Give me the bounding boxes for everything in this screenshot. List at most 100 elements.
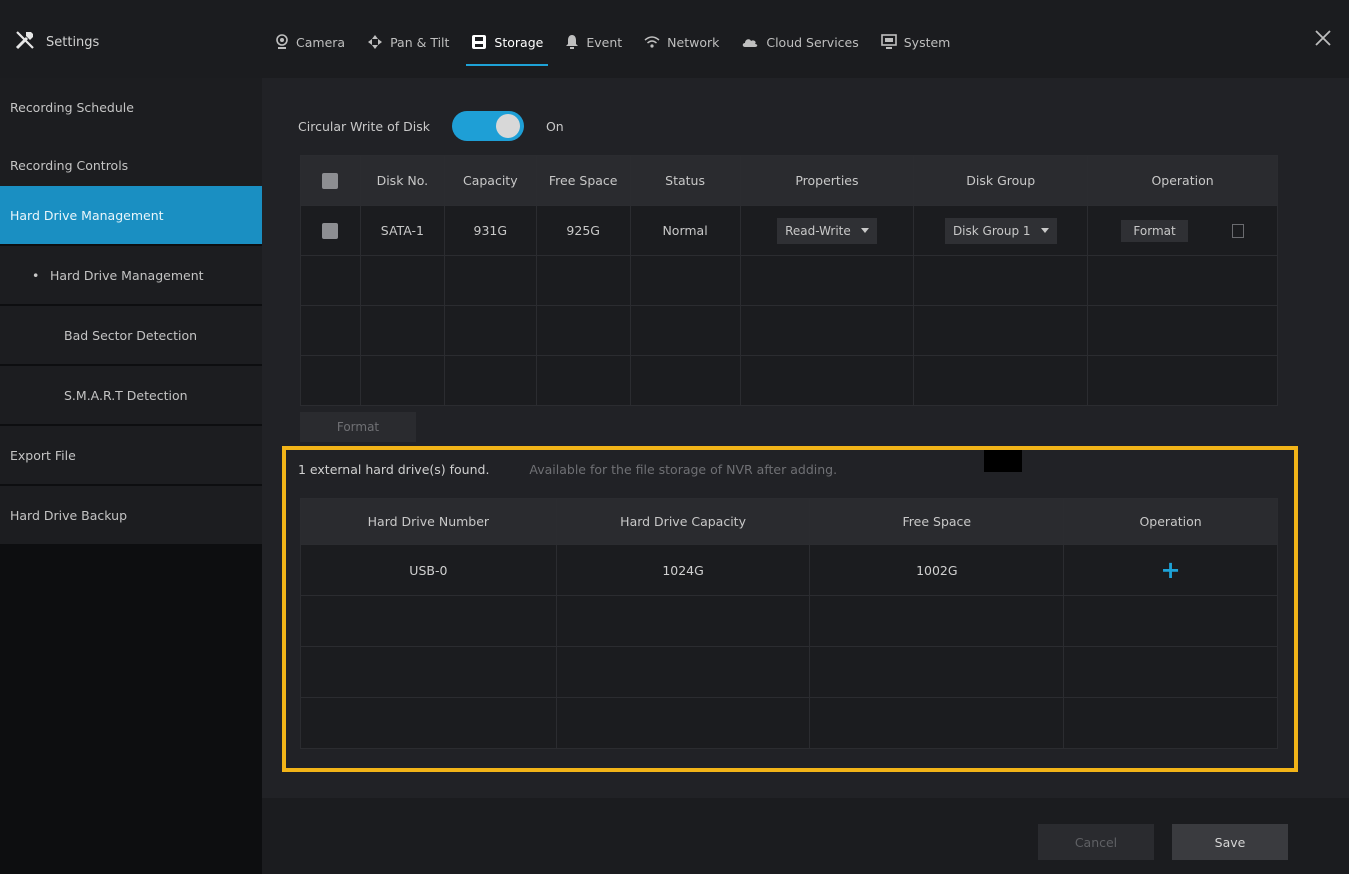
chevron-down-icon <box>860 228 869 233</box>
tab-system[interactable]: System <box>870 18 962 66</box>
add-drive-button[interactable]: + <box>1161 556 1181 584</box>
storage-icon <box>471 34 487 50</box>
table-row: SATA-1 931G 925G Normal Read-Write Disk … <box>300 205 1278 256</box>
disk-status: Normal <box>629 205 741 256</box>
disk-number: SATA-1 <box>359 205 445 256</box>
col-header: Hard Drive Number <box>300 498 557 545</box>
sidebar-item-label: Recording Schedule <box>10 99 134 115</box>
disk-table: Disk No. Capacity Free Space Status Prop… <box>300 155 1278 406</box>
disk-group-value: Disk Group 1 <box>952 223 1031 238</box>
tab-event[interactable]: Event <box>554 18 633 66</box>
trash-icon[interactable] <box>1231 224 1244 238</box>
disk-capacity: 931G <box>443 205 537 256</box>
sidebar-subitem-smart-detection[interactable]: S.M.A.R.T Detection <box>0 366 262 424</box>
external-drive-info: 1 external hard drive(s) found. Availabl… <box>298 462 837 477</box>
chevron-down-icon <box>1040 228 1049 233</box>
camera-icon <box>275 34 289 50</box>
circular-write-row: Circular Write of Disk On <box>298 108 564 144</box>
bell-icon <box>565 34 579 50</box>
properties-select[interactable]: Read-Write <box>777 217 877 244</box>
sidebar-item-label: Hard Drive Backup <box>10 507 128 523</box>
sidebar-item-hard-drive-backup[interactable]: Hard Drive Backup <box>0 486 262 544</box>
select-all-cell <box>300 155 361 206</box>
external-table-header: Hard Drive Number Hard Drive Capacity Fr… <box>300 498 1278 545</box>
sidebar-item-export-file[interactable]: Export File <box>0 426 262 484</box>
col-header: Capacity <box>443 155 537 206</box>
close-button[interactable] <box>1311 26 1335 50</box>
external-drive-count: 1 external hard drive(s) found. <box>298 462 490 477</box>
col-header: Free Space <box>535 155 631 206</box>
tab-label: Event <box>586 34 623 50</box>
settings-tools-icon <box>14 29 36 55</box>
external-drive-number: USB-0 <box>300 544 557 596</box>
sidebar-item-hard-drive-management[interactable]: Hard Drive Management <box>0 186 262 244</box>
sidebar-item-label: Hard Drive Management <box>10 207 164 223</box>
settings-brand: Settings <box>14 22 99 62</box>
tab-label: System <box>903 34 951 50</box>
tab-label: Storage <box>494 34 544 50</box>
table-row <box>300 305 1278 356</box>
tab-camera[interactable]: Camera <box>264 18 356 66</box>
disk-group-cell: Disk Group 1 <box>913 205 1089 256</box>
circular-write-label: Circular Write of Disk <box>298 118 430 134</box>
tab-label: Camera <box>296 34 346 50</box>
tab-label: Pan & Tilt <box>390 34 450 50</box>
operation-cell: Format <box>1087 205 1278 256</box>
sidebar-item-label: Export File <box>10 447 76 463</box>
add-drive-cell: + <box>1063 544 1278 596</box>
row-select-cell <box>300 205 361 256</box>
properties-value: Read-Write <box>785 223 851 238</box>
toggle-knob <box>495 114 520 138</box>
redacted-box <box>984 450 1022 472</box>
disk-free-space: 925G <box>535 205 631 256</box>
disk-group-select[interactable]: Disk Group 1 <box>944 217 1057 244</box>
sidebar-item-recording-schedule[interactable]: Recording Schedule <box>0 78 262 136</box>
tab-pan-tilt[interactable]: Pan & Tilt <box>356 18 460 66</box>
table-row: USB-0 1024G 1002G + <box>300 544 1278 596</box>
external-drive-table: Hard Drive Number Hard Drive Capacity Fr… <box>300 498 1278 749</box>
table-row <box>300 595 1278 647</box>
sidebar-subitem-hard-drive-management[interactable]: • Hard Drive Management <box>0 246 262 304</box>
properties-cell: Read-Write <box>739 205 915 256</box>
tab-cloud-services[interactable]: Cloud Services <box>730 18 869 66</box>
external-drive-free-space: 1002G <box>809 544 1065 596</box>
col-header: Properties <box>739 155 915 206</box>
col-header: Status <box>629 155 741 206</box>
top-navigation-bar: Settings Camera Pan & Tilt Storage Event… <box>0 0 1349 78</box>
row-checkbox[interactable] <box>322 222 339 239</box>
sidebar-item-label: Recording Controls <box>10 157 129 173</box>
cancel-button[interactable]: Cancel <box>1038 824 1154 860</box>
save-button[interactable]: Save <box>1172 824 1288 860</box>
close-icon <box>1311 30 1335 54</box>
col-header: Disk Group <box>913 155 1089 206</box>
table-row <box>300 355 1278 406</box>
circular-write-state: On <box>545 118 564 134</box>
table-row <box>300 697 1278 749</box>
disk-table-header: Disk No. Capacity Free Space Status Prop… <box>300 155 1278 206</box>
tab-network[interactable]: Network <box>633 18 730 66</box>
table-row <box>300 646 1278 698</box>
tab-storage[interactable]: Storage <box>460 18 554 66</box>
table-row <box>300 255 1278 306</box>
sidebar-subitem-bad-sector-detection[interactable]: Bad Sector Detection <box>0 306 262 364</box>
format-selected-button[interactable]: Format <box>300 412 416 442</box>
sidebar-item-label: S.M.A.R.T Detection <box>64 387 188 403</box>
format-button[interactable]: Format <box>1121 219 1188 242</box>
circular-write-toggle[interactable] <box>451 111 524 141</box>
select-all-checkbox[interactable] <box>322 172 339 189</box>
external-drive-note: Available for the file storage of NVR af… <box>529 462 838 477</box>
external-drive-capacity: 1024G <box>555 544 811 596</box>
wifi-icon <box>644 35 660 49</box>
tab-label: Cloud Services <box>766 34 859 50</box>
app-title: Settings <box>46 34 100 50</box>
col-header: Hard Drive Capacity <box>555 498 811 545</box>
col-header: Operation <box>1063 498 1278 545</box>
pan-tilt-icon <box>367 34 383 50</box>
col-header: Operation <box>1087 155 1278 206</box>
col-header: Disk No. <box>359 155 445 206</box>
sidebar-item-label: Bad Sector Detection <box>64 327 198 343</box>
col-header: Free Space <box>809 498 1065 545</box>
monitor-icon <box>880 34 897 50</box>
main-tabs: Camera Pan & Tilt Storage Event Network … <box>264 18 961 66</box>
tab-label: Network <box>667 34 720 50</box>
